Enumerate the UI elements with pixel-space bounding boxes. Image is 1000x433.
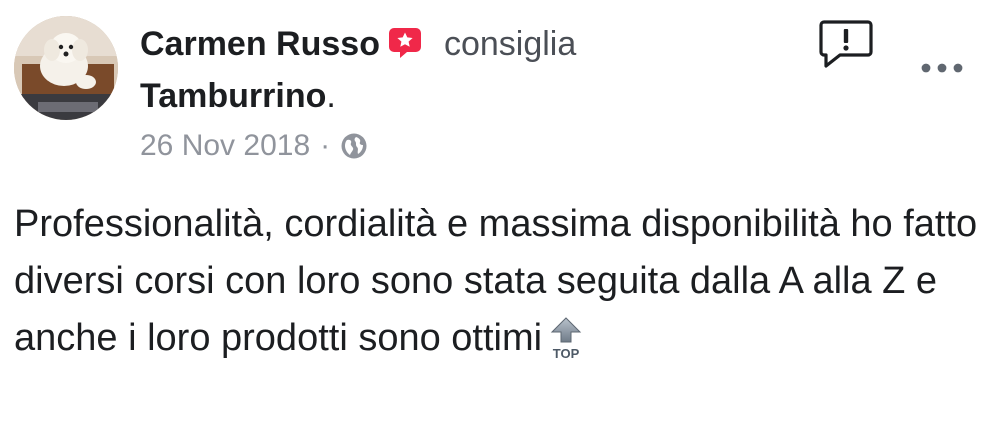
action-text: consiglia: [443, 25, 577, 63]
post-date[interactable]: 26 Nov 2018: [140, 129, 310, 162]
globe-icon: [340, 132, 368, 169]
more-options-icon: [921, 63, 963, 73]
recommend-star-icon: [388, 27, 422, 68]
svg-text:TOP: TOP: [553, 346, 580, 360]
top-arrow-emoji: TOP: [548, 316, 584, 377]
page-name[interactable]: Tamburrino: [140, 77, 326, 115]
avatar-photo: [14, 16, 118, 120]
post-body: Professionalità, cordialità e massima di…: [14, 196, 989, 377]
post-header-page: Tamburrino.: [140, 76, 336, 116]
meta-separator: ·: [320, 129, 331, 162]
author-name[interactable]: Carmen Russo: [140, 25, 380, 63]
avatar[interactable]: [14, 16, 118, 120]
report-button[interactable]: [818, 18, 874, 70]
post-body-text: Professionalità, cordialità e massima di…: [14, 203, 978, 359]
post-header: Carmen Russo consiglia: [140, 24, 576, 68]
more-options-button[interactable]: [918, 58, 966, 78]
header-period: .: [326, 77, 336, 115]
report-icon: [819, 20, 873, 68]
post-meta: 26 Nov 2018 ·: [140, 128, 368, 169]
